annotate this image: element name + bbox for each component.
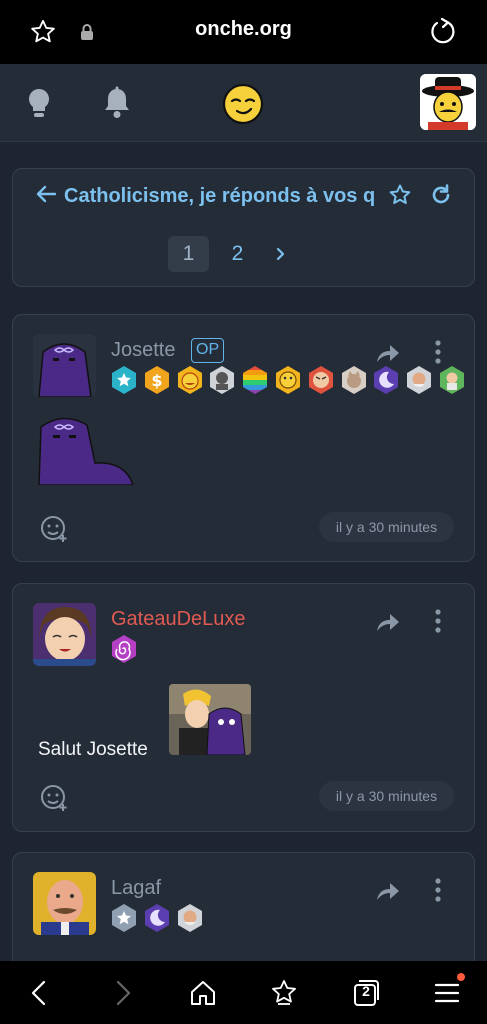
star-badge[interactable] <box>109 903 139 933</box>
post-card: Josette OP $ il y a 30 minutes <box>12 314 475 562</box>
share-arrow-icon[interactable] <box>375 880 401 902</box>
author-name[interactable]: GateauDeLuxe <box>111 608 246 631</box>
star-badge[interactable] <box>109 365 139 395</box>
back-arrow-icon[interactable] <box>35 183 57 205</box>
url-text[interactable]: onche.org <box>0 18 487 41</box>
page-2-button[interactable]: 2 <box>217 236 258 272</box>
green-character-badge[interactable] <box>437 365 467 395</box>
site-header <box>0 64 487 142</box>
moon-badge[interactable] <box>142 903 172 933</box>
notification-bell-icon[interactable] <box>101 86 133 120</box>
angry-face-badge[interactable] <box>306 365 336 395</box>
fire-face-badge[interactable] <box>175 365 205 395</box>
svg-text:$: $ <box>151 371 162 390</box>
post-sticker-image <box>169 684 251 755</box>
post-sticker-image <box>35 413 135 486</box>
portrait-badge[interactable] <box>207 365 237 395</box>
pagination: 1 2 <box>168 236 296 272</box>
op-badge: OP <box>191 338 225 363</box>
post-card: GateauDeLuxe Salut Josette il y a 30 min… <box>12 583 475 832</box>
share-arrow-icon[interactable] <box>375 611 401 633</box>
rainbow-badge[interactable] <box>240 365 270 395</box>
portrait-badge[interactable] <box>175 903 205 933</box>
topic-header-card: Catholicisme, je réponds à vos q 1 2 <box>12 168 475 287</box>
chevron-right-icon <box>276 247 285 261</box>
home-icon[interactable] <box>188 978 218 1008</box>
dollar-badge[interactable]: $ <box>142 365 172 395</box>
refresh-icon[interactable] <box>430 184 452 206</box>
add-reaction-icon[interactable] <box>39 513 69 543</box>
author-avatar[interactable] <box>33 603 96 666</box>
user-avatar[interactable] <box>420 74 476 130</box>
post-timestamp: il y a 30 minutes <box>319 512 454 542</box>
browser-bottom-bar: 2 <box>0 961 487 1024</box>
tabs-count: 2 <box>362 983 370 999</box>
author-name[interactable]: Lagaf <box>111 877 161 900</box>
lightbulb-icon[interactable] <box>24 86 54 120</box>
page-1-button[interactable]: 1 <box>168 236 209 272</box>
post-text: Salut Josette <box>38 739 148 760</box>
menu-icon[interactable] <box>432 978 462 1008</box>
post-timestamp: il y a 30 minutes <box>319 781 454 811</box>
favorite-star-icon[interactable] <box>388 183 412 207</box>
badge-list <box>109 903 207 933</box>
cat-badge[interactable] <box>339 365 369 395</box>
notification-dot <box>457 973 465 981</box>
cheese-face-badge[interactable] <box>273 365 303 395</box>
browser-top-bar: onche.org <box>0 0 487 64</box>
back-icon[interactable] <box>25 978 55 1008</box>
more-options-icon[interactable] <box>433 877 443 903</box>
author-avatar[interactable] <box>33 872 96 935</box>
badge-list: $ <box>109 365 470 395</box>
old-man-badge[interactable] <box>404 365 434 395</box>
onche-smiley-logo[interactable] <box>221 82 265 126</box>
badge-list <box>109 634 142 664</box>
share-arrow-icon[interactable] <box>375 342 401 364</box>
topic-title[interactable]: Catholicisme, je réponds à vos q <box>64 185 384 208</box>
more-options-icon[interactable] <box>433 339 443 365</box>
author-avatar[interactable] <box>33 334 96 397</box>
bookmarks-star-icon[interactable] <box>269 978 299 1008</box>
add-reaction-icon[interactable] <box>39 782 69 812</box>
moon-badge[interactable] <box>371 365 401 395</box>
author-name[interactable]: Josette <box>111 339 175 362</box>
more-options-icon[interactable] <box>433 608 443 634</box>
reload-icon[interactable] <box>428 16 458 46</box>
forward-icon[interactable] <box>107 978 137 1008</box>
spiral-badge[interactable] <box>109 634 139 664</box>
next-page-button[interactable] <box>266 236 296 272</box>
